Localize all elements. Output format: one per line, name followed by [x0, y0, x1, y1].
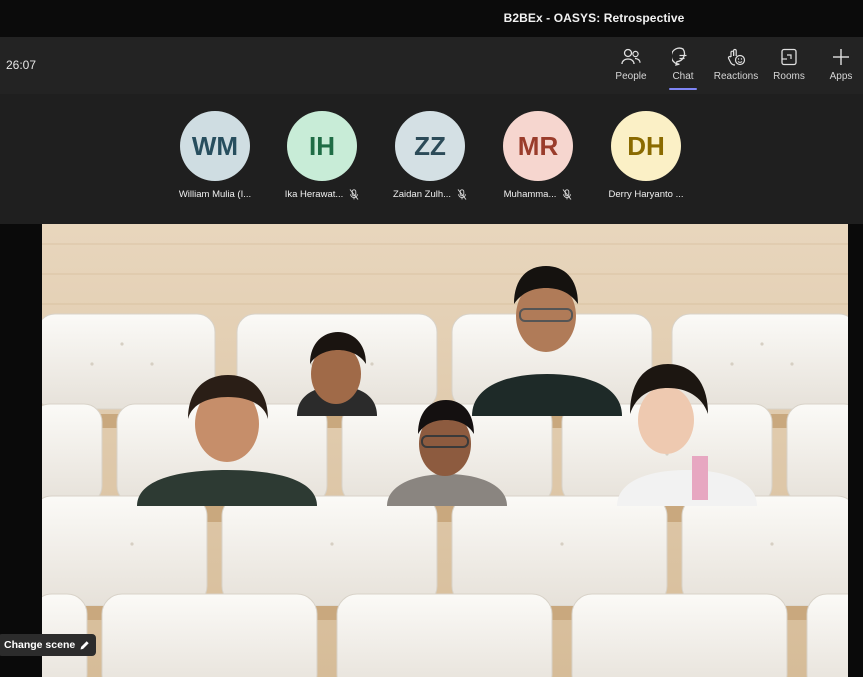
avatar: ZZ [395, 111, 465, 181]
participant-name: William Mulia (I... [178, 189, 252, 200]
avatar: IH [287, 111, 357, 181]
title-bar: B2BEx - OASYS: Retrospective [0, 0, 863, 37]
stage-right-margin [848, 224, 863, 677]
together-mode-stage [42, 224, 848, 677]
meeting-title: B2BEx - OASYS: Retrospective [503, 11, 685, 25]
mic-off-icon [563, 189, 572, 200]
participant-tile[interactable]: DH Derry Haryanto ... [596, 111, 696, 200]
pencil-icon [80, 640, 89, 649]
participant-gallery: WM William Mulia (I... IH Ika Herawat...… [0, 94, 863, 224]
active-tab-indicator [669, 88, 697, 90]
reactions-button[interactable]: Reactions [709, 45, 763, 89]
participant-tile[interactable]: IH Ika Herawat... [272, 111, 372, 200]
participant-tile[interactable]: MR Muhamma... [488, 111, 588, 200]
avatar: MR [503, 111, 573, 181]
rooms-icon [781, 48, 797, 66]
people-label: People [615, 71, 647, 82]
avatar: WM [180, 111, 250, 181]
people-button[interactable]: People [604, 45, 658, 89]
rooms-button[interactable]: Rooms [762, 45, 816, 89]
mic-off-icon [349, 189, 359, 200]
change-scene-label: Change scene [4, 639, 76, 651]
participant-name: Derry Haryanto ... [608, 189, 684, 200]
apps-label: Apps [829, 71, 853, 82]
participant-tile[interactable]: ZZ Zaidan Zulh... [380, 111, 480, 200]
apps-button[interactable]: Apps [814, 45, 863, 89]
mic-off-icon [457, 189, 467, 200]
participant-name: Ika Herawat... [284, 189, 344, 200]
participant-name: Muhamma... [503, 189, 557, 200]
chat-label: Chat [672, 71, 694, 82]
stage-left-margin [0, 224, 42, 677]
reactions-icon [727, 48, 746, 66]
meeting-toolbar: 26:07 People Chat Reactions Rooms Apps [0, 37, 863, 94]
avatar: DH [611, 111, 681, 181]
plus-icon [833, 49, 849, 65]
participant-tile[interactable]: WM William Mulia (I... [165, 111, 265, 200]
people-icon [621, 48, 641, 65]
meeting-timer: 26:07 [6, 58, 37, 72]
change-scene-button[interactable]: Change scene [0, 634, 97, 656]
auditorium-scene [42, 224, 848, 677]
chat-button[interactable]: Chat [656, 45, 710, 90]
chat-icon [672, 47, 687, 66]
reactions-label: Reactions [713, 71, 759, 82]
rooms-label: Rooms [773, 71, 805, 82]
participant-name: Zaidan Zulh... [392, 189, 452, 200]
